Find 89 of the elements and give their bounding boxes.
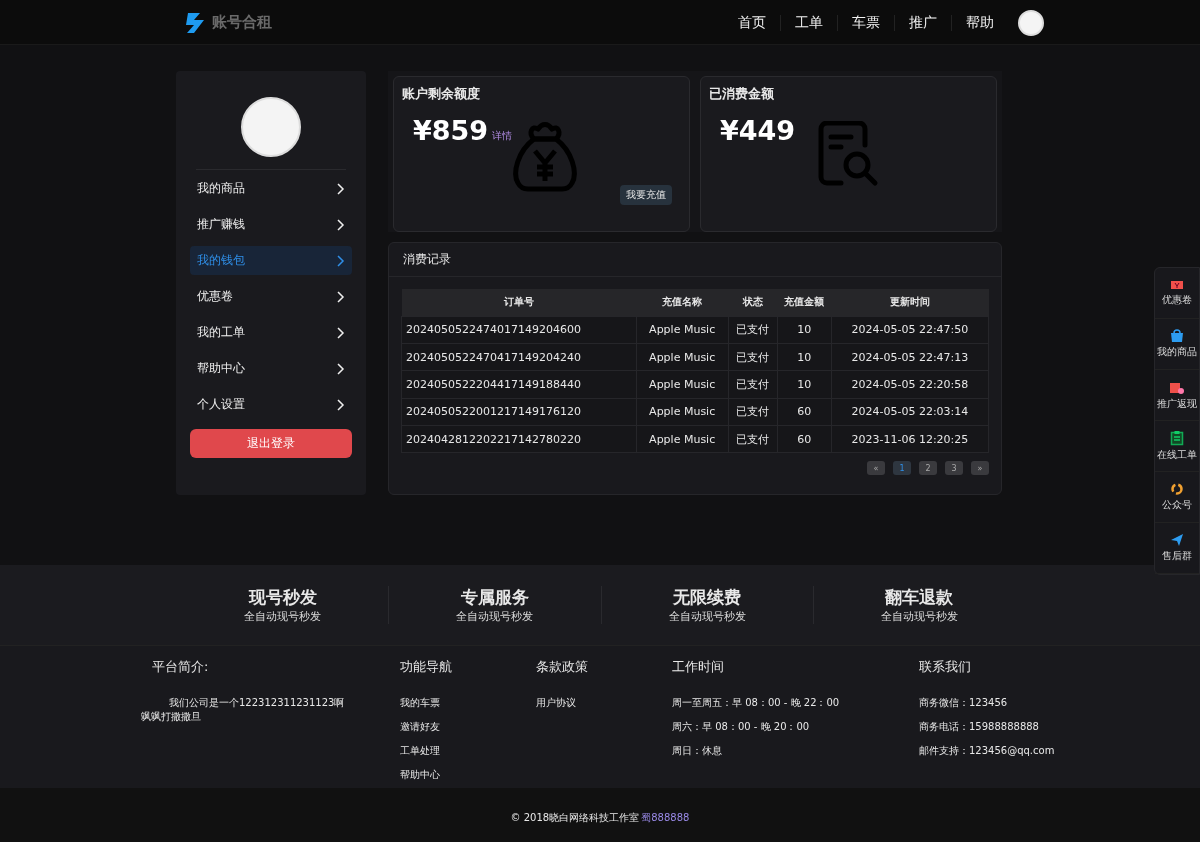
- table-cell: Apple Music: [636, 398, 729, 426]
- footer-heading: 平台简介:: [151, 658, 210, 676]
- feature-title: 专属服务: [459, 586, 530, 609]
- sidebar-item[interactable]: 推广赚钱: [190, 210, 352, 239]
- feature-subtitle: 全自动现号秒发: [667, 609, 747, 624]
- sidebar-item[interactable]: 个人设置: [190, 390, 352, 419]
- side-tool[interactable]: 优惠卷: [1155, 268, 1199, 319]
- table-cell: 10: [777, 316, 832, 344]
- table-cell: 2024050522001217149176120: [401, 398, 637, 426]
- footer-heading: 联系我们: [919, 658, 972, 676]
- feature-title: 翻车退款: [884, 586, 955, 609]
- table-cell: 2024050522470417149204240: [401, 343, 637, 371]
- feature-title: 现号秒发: [247, 586, 318, 609]
- plane-icon: [1170, 533, 1184, 547]
- nav-link[interactable]: 首页: [724, 13, 780, 32]
- column-header: 状态: [728, 289, 778, 316]
- page-button[interactable]: «: [867, 461, 885, 476]
- detail-link[interactable]: 详情: [492, 129, 513, 143]
- nav-link[interactable]: 工单: [781, 13, 837, 32]
- recharge-button[interactable]: 我要充值: [620, 185, 672, 205]
- table-cell: Apple Music: [636, 316, 729, 344]
- panel-title: 消费记录: [389, 243, 1001, 277]
- table-cell: 已支付: [728, 316, 778, 344]
- table-cell: Apple Music: [636, 343, 729, 371]
- card-title: 已消费金额: [709, 85, 775, 103]
- chevron-icon: [337, 182, 345, 195]
- column-header: 充值名称: [636, 289, 729, 316]
- table-cell: 2024-05-05 22:03:14: [831, 398, 989, 426]
- footer-heading: 工作时间: [672, 658, 725, 676]
- sidebar-item[interactable]: 我的工单: [190, 318, 352, 347]
- column-header: 订单号: [401, 289, 637, 316]
- feature-subtitle: 全自动现号秒发: [879, 609, 959, 624]
- swirl-icon: [1170, 482, 1184, 496]
- footer-link[interactable]: 帮助中心: [400, 768, 536, 782]
- chevron-icon: [337, 362, 345, 375]
- icp-link[interactable]: 蜀888888: [641, 811, 690, 825]
- nav-link[interactable]: 推广: [895, 13, 951, 32]
- feature-subtitle: 全自动现号秒发: [455, 609, 535, 624]
- table-cell: 2024050522474017149204600: [401, 316, 637, 344]
- footer-heading: 条款政策: [536, 658, 589, 676]
- sidebar-item[interactable]: 我的商品: [190, 174, 352, 203]
- sidebar-item[interactable]: 帮助中心: [190, 354, 352, 383]
- table-cell: 2024050522204417149188440: [401, 370, 637, 399]
- footer-link[interactable]: 工单处理: [400, 744, 536, 758]
- sidebar-item[interactable]: 我的钱包: [190, 246, 352, 275]
- bag-icon: [1170, 329, 1184, 343]
- feature-subtitle: 全自动现号秒发: [243, 609, 323, 624]
- table-cell: 2023-11-06 12:20:25: [831, 425, 989, 453]
- page-button[interactable]: »: [971, 461, 989, 476]
- table-cell: Apple Music: [636, 425, 729, 453]
- logo-text: 账号合租: [212, 13, 272, 32]
- amount: ¥449: [720, 115, 796, 146]
- column-header: 充值金额: [777, 289, 832, 316]
- footer-link[interactable]: 我的车票: [400, 696, 536, 710]
- table-cell: 2024-05-05 22:20:58: [831, 370, 989, 399]
- table-cell: 2024042812202217142780220: [401, 425, 637, 453]
- chevron-icon: [337, 218, 345, 231]
- side-tool[interactable]: 我的商品: [1155, 319, 1199, 370]
- side-tool[interactable]: 售后群: [1155, 523, 1199, 574]
- side-tool[interactable]: 公众号: [1155, 472, 1199, 523]
- table-cell: 2024-05-05 22:47:50: [831, 316, 989, 344]
- sidebar-item[interactable]: 优惠卷: [190, 282, 352, 311]
- page-button[interactable]: 1: [893, 461, 911, 476]
- ticket-icon: [1170, 279, 1184, 291]
- avatar: [241, 97, 301, 157]
- card-title: 账户剩余额度: [402, 85, 481, 103]
- chevron-icon: [337, 398, 345, 411]
- page-button[interactable]: 3: [945, 461, 963, 476]
- money-bag-icon: [510, 121, 580, 193]
- avatar[interactable]: [1018, 9, 1044, 36]
- feature-title: 无限续费: [672, 586, 743, 609]
- chevron-icon: [337, 290, 345, 303]
- table-cell: 2024-05-05 22:47:13: [831, 343, 989, 371]
- chevron-icon: [337, 326, 345, 339]
- clipboard-icon: [1170, 430, 1184, 446]
- chevron-icon: [337, 254, 345, 267]
- logout-button[interactable]: 退出登录: [190, 429, 352, 458]
- side-tool[interactable]: 在线工单: [1155, 421, 1199, 472]
- amount: ¥859: [413, 115, 489, 146]
- table-cell: Apple Music: [636, 370, 729, 399]
- nav-link[interactable]: 车票: [838, 13, 894, 32]
- side-tool[interactable]: 推广返现: [1155, 370, 1199, 421]
- about-text: 我们公司是一个122312311231123啊飒飒打撒撒旦: [141, 696, 346, 724]
- nav-link[interactable]: 帮助: [952, 13, 1008, 32]
- column-header: 更新时间: [831, 289, 989, 316]
- page-button[interactable]: 2: [919, 461, 937, 476]
- footer-heading: 功能导航: [400, 658, 453, 676]
- footer-link[interactable]: 邀请好友: [400, 720, 536, 734]
- copyright-text: © 2018晓白网络科技工作室: [510, 811, 640, 825]
